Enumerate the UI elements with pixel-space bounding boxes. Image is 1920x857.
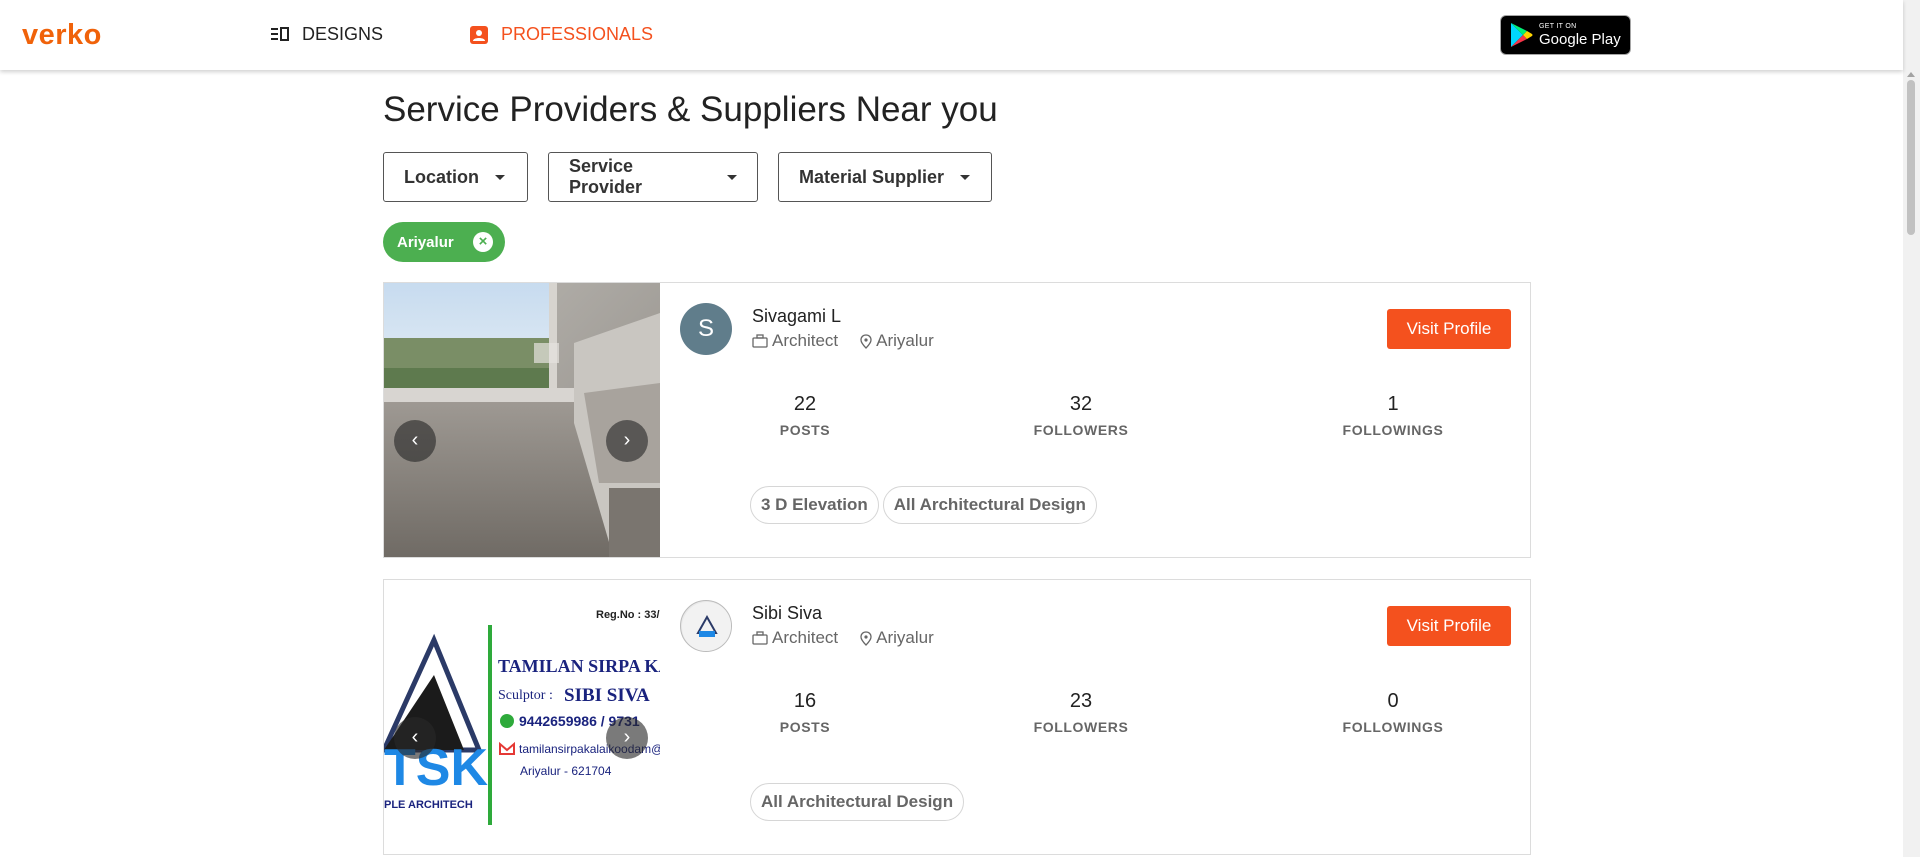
followers-count: 23 bbox=[1069, 690, 1093, 712]
nav-professionals[interactable]: PROFESSIONALS bbox=[469, 24, 653, 45]
posts-count: 16 bbox=[793, 690, 817, 712]
card-image-reg: Reg.No : 33/01 bbox=[596, 609, 660, 621]
location-filter-label: Location bbox=[404, 166, 479, 187]
followings-count: 0 bbox=[1387, 690, 1399, 712]
followers-stat: 23 FOLLOWERS bbox=[1011, 690, 1151, 735]
briefcase-icon bbox=[752, 631, 768, 645]
briefcase-icon bbox=[752, 334, 768, 348]
followings-label: FOLLOWINGS bbox=[1342, 422, 1444, 438]
google-play-small-text: GET IT ON bbox=[1539, 23, 1577, 30]
google-play-big-text: Google Play bbox=[1539, 31, 1621, 48]
visit-profile-button[interactable]: Visit Profile bbox=[1387, 606, 1511, 646]
location-chip-label: Ariyalur bbox=[397, 233, 454, 251]
carousel-prev-button[interactable]: ‹ bbox=[394, 717, 436, 759]
designs-icon bbox=[271, 26, 289, 41]
posts-label: POSTS bbox=[779, 422, 831, 438]
followings-stat: 0 FOLLOWINGS bbox=[1323, 690, 1463, 735]
location-label: Ariyalur bbox=[876, 331, 934, 350]
carousel-next-button[interactable]: › bbox=[606, 717, 648, 759]
carousel-prev-button[interactable]: ‹ bbox=[394, 420, 436, 462]
location-chip: Ariyalur × bbox=[383, 222, 505, 262]
avatar bbox=[680, 600, 732, 652]
nav-designs-label: DESIGNS bbox=[302, 24, 384, 44]
professional-meta: Architect Ariyalur bbox=[752, 628, 934, 648]
tsk-logo-avatar bbox=[682, 602, 731, 651]
scrollbar-thumb[interactable] bbox=[1907, 80, 1915, 235]
posts-count: 22 bbox=[793, 393, 817, 415]
followers-stat: 32 FOLLOWERS bbox=[1011, 393, 1151, 438]
professionals-icon bbox=[470, 25, 488, 44]
location-pin-icon bbox=[860, 630, 872, 646]
card-image-carousel: ‹ › bbox=[384, 283, 660, 557]
service-tags: All Architectural Design bbox=[750, 783, 968, 821]
followings-label: FOLLOWINGS bbox=[1342, 719, 1444, 735]
card-image-role-label: Sculptor : bbox=[498, 688, 553, 703]
followings-count: 1 bbox=[1387, 393, 1399, 415]
caret-down-icon bbox=[960, 174, 971, 180]
nav-designs[interactable]: DESIGNS bbox=[270, 24, 383, 45]
nav-professionals-label: PROFESSIONALS bbox=[501, 24, 654, 44]
professional-name: Sibi Siva bbox=[752, 603, 823, 623]
service-tag[interactable]: 3 D Elevation bbox=[750, 486, 879, 524]
caret-down-icon bbox=[727, 174, 737, 180]
material-supplier-filter-label: Material Supplier bbox=[799, 166, 945, 187]
service-tag[interactable]: All Architectural Design bbox=[882, 486, 1097, 524]
close-icon[interactable]: × bbox=[473, 232, 493, 252]
service-tags: 3 D Elevation All Architectural Design bbox=[750, 486, 1101, 524]
location-filter[interactable]: Location bbox=[383, 152, 528, 202]
service-provider-filter-label: Service Provider bbox=[569, 156, 643, 197]
card-image-company: TAMILAN SIRPA KALAI bbox=[498, 656, 660, 676]
service-tag[interactable]: All Architectural Design bbox=[750, 783, 965, 821]
professional-name: Sivagami L bbox=[752, 306, 842, 326]
location-pin-icon bbox=[860, 333, 872, 349]
location-label: Ariyalur bbox=[876, 628, 934, 647]
professional-meta: Architect Ariyalur bbox=[752, 331, 934, 351]
professional-card: TSK Reg.No : 33/01 TAMILAN SIRPA KALAI S… bbox=[383, 579, 1531, 855]
card-image-carousel: TSK Reg.No : 33/01 TAMILAN SIRPA KALAI S… bbox=[384, 580, 660, 854]
card-image-address: Ariyalur - 621704 bbox=[520, 764, 612, 778]
visit-profile-button[interactable]: Visit Profile bbox=[1387, 309, 1511, 349]
top-header: verko DESIGNS PROFESSIONALS GET IT ON Go… bbox=[0, 0, 1903, 70]
material-supplier-filter[interactable]: Material Supplier bbox=[778, 152, 992, 202]
google-play-badge[interactable]: GET IT ON Google Play bbox=[1500, 15, 1631, 55]
followers-count: 32 bbox=[1069, 393, 1093, 415]
posts-stat: 22 POSTS bbox=[750, 393, 860, 438]
posts-stat: 16 POSTS bbox=[750, 690, 860, 735]
verko-logo[interactable]: verko bbox=[22, 19, 102, 52]
followings-stat: 1 FOLLOWINGS bbox=[1323, 393, 1463, 438]
followers-label: FOLLOWERS bbox=[1033, 719, 1129, 735]
card-image-footer: PLE ARCHITECH bbox=[384, 799, 473, 811]
professional-card: ‹ › S Sivagami L Architect Ariyalur Visi… bbox=[383, 282, 1531, 558]
page-title: Service Providers & Suppliers Near you bbox=[383, 90, 998, 129]
carousel-next-button[interactable]: › bbox=[606, 420, 648, 462]
followers-label: FOLLOWERS bbox=[1033, 422, 1129, 438]
card-image-role-name: SIBI SIVA bbox=[564, 685, 650, 706]
caret-down-icon bbox=[495, 174, 505, 180]
scroll-up-arrow[interactable] bbox=[1907, 72, 1915, 77]
posts-label: POSTS bbox=[779, 719, 831, 735]
profession-label: Architect bbox=[772, 628, 839, 647]
avatar: S bbox=[680, 303, 732, 355]
google-play-icon bbox=[1511, 23, 1533, 47]
profession-label: Architect bbox=[772, 331, 839, 350]
service-provider-filter[interactable]: Service Provider bbox=[548, 152, 758, 202]
